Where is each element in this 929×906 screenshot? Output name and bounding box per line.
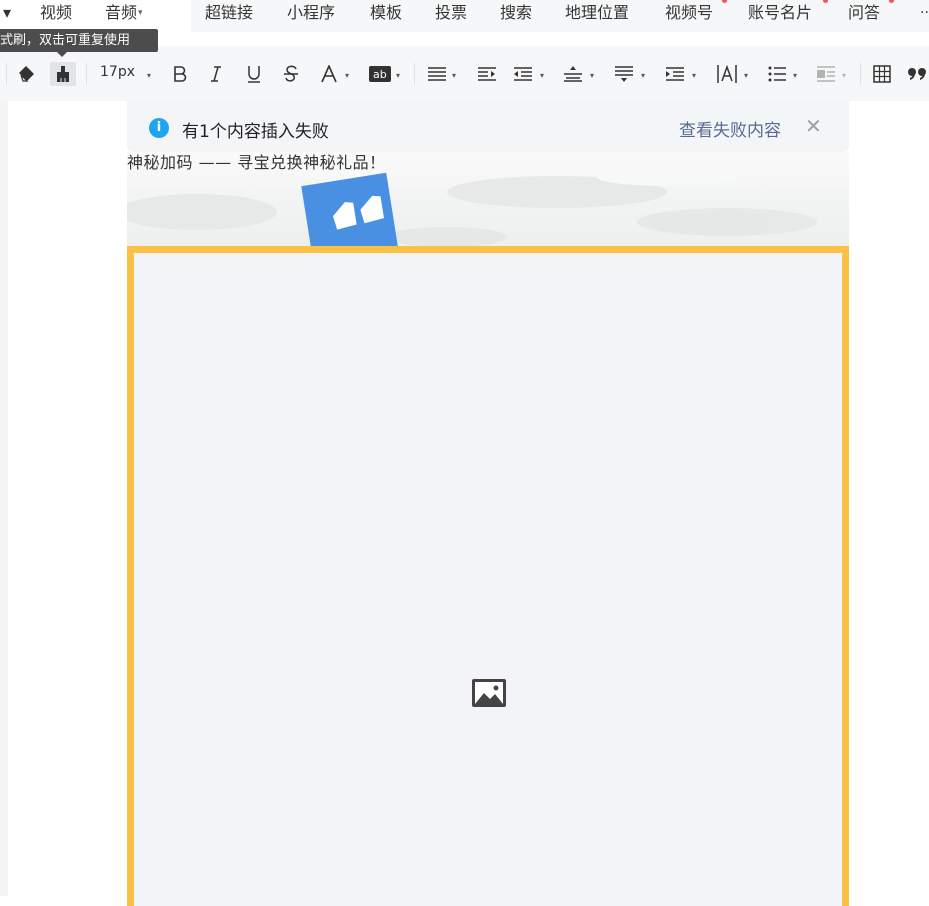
letter-spacing-button[interactable] <box>716 62 738 86</box>
menu-qa[interactable]: 问答 <box>848 0 880 26</box>
italic-icon <box>211 66 221 82</box>
image-placeholder-icon <box>472 679 506 707</box>
quote-icon <box>908 68 926 80</box>
menu-audio[interactable]: 音频▾ <box>105 0 143 26</box>
insert-table-button[interactable] <box>872 62 892 86</box>
toolbar-divider <box>860 63 861 85</box>
new-badge-dot <box>722 0 727 3</box>
menu-audio-label: 音频 <box>105 3 138 22</box>
paragraph-spacing-icon <box>615 66 633 82</box>
menu-caret[interactable]: ▾ <box>3 0 11 26</box>
format-painter-icon <box>57 66 69 82</box>
font-color-icon <box>321 65 337 83</box>
font-color-button[interactable] <box>318 62 340 86</box>
menu-mini-program[interactable]: 小程序 <box>287 0 335 26</box>
notice-message: 有1个内容插入失败 <box>182 122 329 142</box>
strikethrough-button[interactable] <box>281 62 301 86</box>
editor-left-gutter <box>0 101 8 896</box>
menu-video[interactable]: 视频 <box>40 0 72 26</box>
svg-text:ab: ab <box>373 68 387 81</box>
new-badge-dot <box>823 0 828 3</box>
article-banner-image: 神秘加码 —— 寻宝兑换神秘礼品！ <box>127 152 849 247</box>
highlight-icon: ab <box>369 66 391 82</box>
menu-channels[interactable]: 视频号 <box>665 0 713 26</box>
menu-search[interactable]: 搜索 <box>500 0 532 26</box>
chevron-down-icon: ▾ <box>452 71 457 80</box>
chevron-down-icon: ▾ <box>590 71 595 80</box>
toolbar-divider <box>414 63 415 85</box>
bullet-list-icon <box>768 66 786 82</box>
view-failed-content-link[interactable]: 查看失败内容 <box>679 116 781 141</box>
menu-account-card[interactable]: 账号名片 <box>748 0 812 26</box>
list-indent-button[interactable] <box>665 62 685 86</box>
chevron-down-icon: ▾ <box>744 71 749 80</box>
indent-icon <box>478 67 496 81</box>
highlight-color-button[interactable]: ab <box>368 62 392 86</box>
chevron-down-icon: ▾ <box>793 71 798 80</box>
italic-button[interactable] <box>206 62 226 86</box>
menu-template[interactable]: 模板 <box>370 0 402 26</box>
align-justify-icon <box>428 67 446 81</box>
letter-spacing-icon <box>717 65 737 83</box>
chevron-down-icon: ▾ <box>147 71 152 80</box>
banner-caption: 神秘加码 —— 寻宝兑换神秘礼品！ <box>127 153 386 172</box>
bullet-list-button[interactable] <box>767 62 787 86</box>
eraser-icon <box>19 66 34 82</box>
close-icon[interactable]: ✕ <box>805 116 822 136</box>
float-image-button[interactable] <box>816 62 836 86</box>
blockquote-button[interactable] <box>908 62 928 86</box>
strikethrough-icon <box>284 65 298 82</box>
chevron-down-icon: ▾ <box>396 71 401 80</box>
editor-right-gutter <box>849 101 929 896</box>
chevron-down-icon: ▾ <box>138 8 143 18</box>
insert-failed-notice: i 有1个内容插入失败 查看失败内容 ✕ <box>127 101 849 152</box>
underline-icon <box>248 66 260 83</box>
bold-icon <box>174 66 187 82</box>
format-painter-button[interactable] <box>50 62 76 86</box>
table-icon <box>873 65 891 83</box>
format-toolbar: 17px ▾ ▾ ab ▾ ▾ ▾ ▾ ▾ ▾ ▾ ▾ ▾ <box>0 46 929 101</box>
font-size-select[interactable]: 17px <box>100 64 135 80</box>
toolbar-divider <box>86 63 87 85</box>
line-height-button[interactable] <box>563 62 583 86</box>
toolbar-divider <box>6 63 7 85</box>
menu-location[interactable]: 地理位置 <box>565 0 629 26</box>
failed-image-block[interactable] <box>127 246 849 906</box>
quote-mark-icon <box>333 195 384 230</box>
info-icon: i <box>149 118 169 138</box>
menu-more[interactable]: ·· <box>920 0 929 26</box>
indent-button[interactable] <box>477 62 497 86</box>
bold-button[interactable] <box>170 62 190 86</box>
align-justify-button[interactable] <box>427 62 447 86</box>
list-indent-icon <box>666 67 684 81</box>
chevron-down-icon: ▾ <box>842 71 847 80</box>
format-painter-tooltip: 式刷，双击可重复使用 <box>0 29 158 52</box>
new-badge-dot <box>889 0 894 3</box>
insert-menu-group: 超链接 小程序 模板 投票 搜索 地理位置 视频号 账号名片 问答 ·· <box>191 0 929 32</box>
float-image-icon <box>817 66 835 82</box>
line-height-icon <box>564 66 582 82</box>
menu-hyperlink[interactable]: 超链接 <box>205 0 253 26</box>
outdent-button[interactable] <box>513 62 533 86</box>
chevron-down-icon: ▾ <box>692 71 697 80</box>
chevron-down-icon: ▾ <box>345 71 350 80</box>
outdent-icon <box>514 67 532 81</box>
tooltip-arrow <box>57 52 67 57</box>
insert-menu-bar: ▾ 视频 音频▾ 超链接 小程序 模板 投票 搜索 地理位置 视频号 账号名片 … <box>0 0 929 32</box>
menu-vote[interactable]: 投票 <box>435 0 467 26</box>
clear-format-button[interactable] <box>14 62 38 86</box>
chevron-down-icon: ▾ <box>641 71 646 80</box>
chevron-down-icon: ▾ <box>540 71 545 80</box>
underline-button[interactable] <box>244 62 264 86</box>
paragraph-spacing-button[interactable] <box>614 62 634 86</box>
